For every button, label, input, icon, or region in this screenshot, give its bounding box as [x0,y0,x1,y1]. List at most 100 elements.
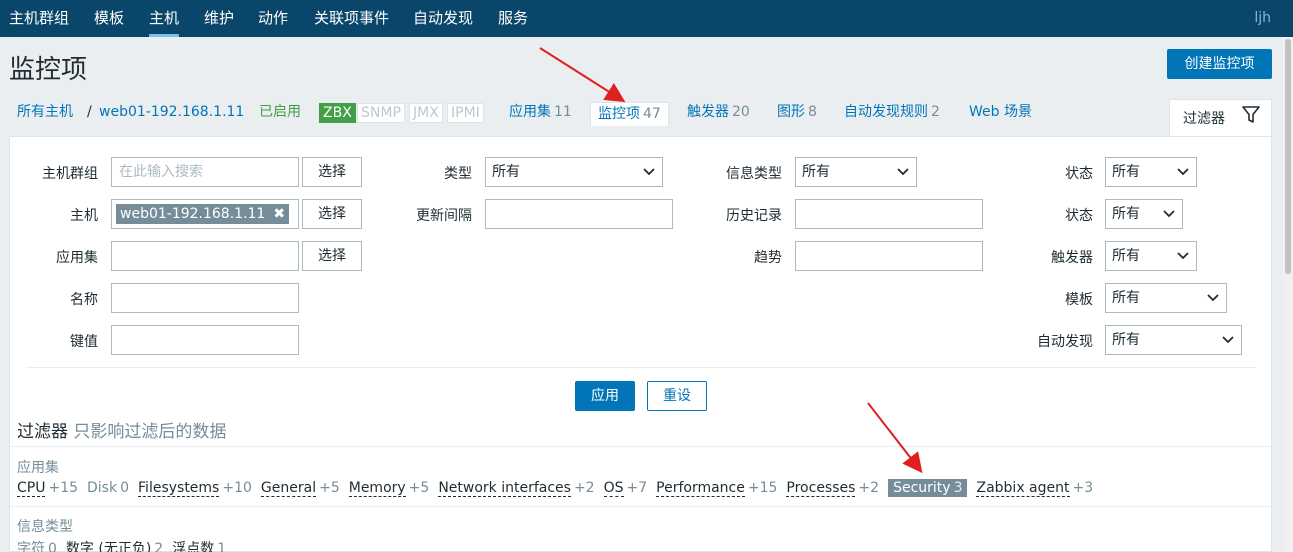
history-input[interactable] [795,199,983,229]
host-input[interactable]: web01-192.168.1.11 ✖ [111,199,299,229]
subfilter-application-item-count: +2 [858,480,880,496]
breadcrumb-separator: / [87,104,92,120]
breadcrumb-all-hosts[interactable]: 所有主机 [17,99,73,125]
subfilter-info-type-item-name: 数字 (无正负) [65,541,152,552]
subfilter-application-item-count: +15 [747,480,778,496]
subfilter-title: 过滤器 只影响过滤后的数据 [17,422,227,442]
availability-tag-jmx: JMX [409,103,443,123]
page-header: 监控项 创建监控项 所有主机 / web01-192.168.1.11 已启用 … [0,37,1283,137]
host-label: 主机 [70,208,98,224]
application-select-button[interactable]: 选择 [302,241,362,271]
subfilter-divider [10,446,1271,447]
key-input[interactable] [111,325,299,355]
subfilter-application-item-count: 3 [953,480,963,496]
subfilter-application-item-name: Network interfaces [438,480,571,497]
status-label: 状态 [1065,208,1093,224]
subfilter-application-item[interactable]: General +5 [260,480,340,497]
tab-discovery-rules[interactable]: 自动发现规则 2 [844,99,940,125]
subfilter-info-type-label: 信息类型 [17,519,73,535]
status-select[interactable]: 所有 [1105,199,1183,229]
subfilter-application-item[interactable]: CPU +15 [17,480,78,497]
nav-item-hosts[interactable]: 主机 [149,0,180,37]
apply-button[interactable]: 应用 [575,381,635,411]
funnel-icon [1242,106,1260,123]
page-title: 监控项 [9,55,88,85]
info-type-label: 信息类型 [726,166,782,182]
subfilter-application-item: Disk 0 [87,480,129,496]
subfilter-application-item-count: +7 [626,480,648,496]
tab-triggers[interactable]: 触发器 20 [687,99,750,125]
type-select[interactable]: 所有 [485,157,663,187]
triggers-label: 触发器 [1051,250,1093,266]
discovery-label: 自动发现 [1037,334,1093,350]
subfilter-applications: CPU +15 Disk 0 Filesystems +10 General +5 Memory… [17,479,1102,497]
update-interval-input[interactable] [485,199,673,229]
host-status-enabled[interactable]: 已启用 [259,99,301,125]
state-label: 状态 [1065,166,1093,182]
remove-chip-icon[interactable]: ✖ [273,206,285,222]
subfilter-info-type-item-name: 字符 [17,541,45,552]
info-type-select[interactable]: 所有 [795,157,917,187]
chevron-down-icon [1163,210,1175,218]
chevron-down-icon [1177,168,1189,176]
page-scrollbar[interactable] [1283,37,1293,552]
tab-graphs[interactable]: 图形 8 [777,99,817,125]
chevron-down-icon [897,168,909,176]
name-input[interactable] [111,283,299,313]
filter-tab[interactable]: 过滤器 [1169,99,1272,137]
host-select-button[interactable]: 选择 [302,199,362,229]
subfilter-info-type-item: 字符 0 [17,538,57,552]
subfilter-application-item[interactable]: Memory +5 [348,480,429,497]
nav-item-discovery[interactable]: 自动发现 [413,0,473,37]
subfilter-application-item-count: +3 [1072,480,1094,496]
subfilter-application-item-count: +10 [222,480,252,496]
subfilter-application-item[interactable]: Performance +15 [656,480,778,497]
availability-tag-snmp: SNMP [357,103,405,123]
subfilter-application-item[interactable]: Network interfaces +2 [438,480,595,497]
chevron-down-icon [1177,252,1189,260]
nav-item-event-correlation[interactable]: 关联项事件 [314,0,389,37]
state-select[interactable]: 所有 [1105,157,1197,187]
subfilter-application-item[interactable]: Security 3 [888,479,968,497]
application-input[interactable] [111,241,299,271]
trends-input[interactable] [795,241,983,271]
nav-item-templates[interactable]: 模板 [94,0,124,37]
nav-item-host-groups[interactable]: 主机群组 [9,0,69,37]
subfilter-application-item[interactable]: Processes +2 [786,480,880,497]
chevron-down-icon [1222,336,1234,344]
subfilter-info-type-item[interactable]: 数字 (无正负) 2 [65,538,163,552]
breadcrumb: 所有主机 / web01-192.168.1.11 已启用 ZBX SNMP J… [0,99,1283,135]
subfilter-info-type-item-count: 1 [217,541,227,552]
tab-items[interactable]: 监控项 47 [590,102,669,126]
nav-item-maintenance[interactable]: 维护 [204,0,234,37]
host-group-input[interactable]: 在此输入搜索 [111,157,299,187]
subfilter-application-item[interactable]: OS +7 [603,480,648,497]
discovery-select[interactable]: 所有 [1105,325,1242,355]
subfilter-info-types: 字符 0 数字 (无正负) 2 浮点数 1 [17,538,235,552]
tab-web-scenarios[interactable]: Web 场景 [969,99,1032,125]
application-label: 应用集 [56,250,98,266]
subfilter-application-item-name: OS [603,480,624,497]
filter-tab-label: 过滤器 [1183,111,1225,127]
host-group-select-button[interactable]: 选择 [302,157,362,187]
subfilter-info-type-item-count: 0 [48,541,57,552]
tab-applications[interactable]: 应用集 11 [509,99,572,125]
subfilter-application-item-count: +5 [319,480,340,496]
subfilter-info-type-item[interactable]: 浮点数 1 [172,538,226,552]
create-item-button[interactable]: 创建监控项 [1167,49,1272,79]
chevron-down-icon [643,168,655,176]
subfilter-application-item[interactable]: Zabbix agent +3 [976,480,1094,497]
scrollbar-thumb[interactable] [1285,39,1291,274]
template-label: 模板 [1065,292,1093,308]
nav-item-services[interactable]: 服务 [498,0,528,37]
template-select[interactable]: 所有 [1105,283,1227,313]
type-label: 类型 [444,166,472,182]
user-name[interactable]: ljh [1254,0,1271,36]
subfilter-applications-label: 应用集 [17,460,59,476]
breadcrumb-host[interactable]: web01-192.168.1.11 [99,99,244,125]
nav-item-actions[interactable]: 动作 [258,0,288,37]
reset-button[interactable]: 重设 [647,381,707,411]
subfilter-divider [10,506,1271,507]
subfilter-application-item[interactable]: Filesystems +10 [138,480,252,497]
triggers-select[interactable]: 所有 [1105,241,1197,271]
